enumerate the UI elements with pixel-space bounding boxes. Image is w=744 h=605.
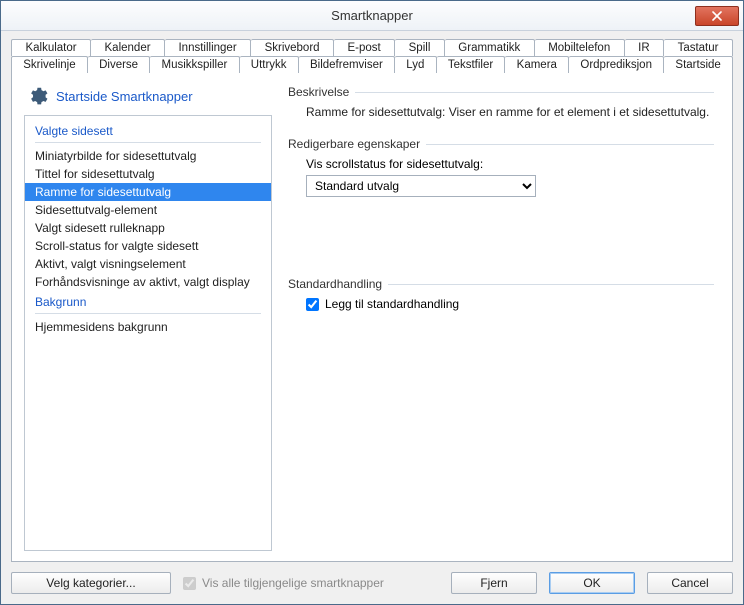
list-item[interactable]: Tittel for sidesettutvalg (25, 165, 271, 183)
tab-ordprediksjon[interactable]: Ordprediksjon (569, 56, 664, 73)
list-item[interactable]: Valgt sidesett rulleknapp (25, 219, 271, 237)
tab-diverse[interactable]: Diverse (88, 56, 150, 73)
description-text: Ramme for sidesettutvalg: Viser en ramme… (288, 105, 720, 119)
description-section: Beskrivelse Ramme for sidesettutvalg: Vi… (288, 85, 720, 119)
list-group-rule (35, 142, 261, 143)
tab-startside[interactable]: Startside (664, 56, 733, 73)
default-action-title: Standardhandling (288, 277, 382, 291)
tab-bildefremviser[interactable]: Bildefremviser (299, 56, 395, 73)
default-action-section: Standardhandling Legg til standardhandli… (288, 277, 720, 311)
properties-section: Redigerbare egenskaper Vis scrollstatus … (288, 137, 720, 197)
property-label: Vis scrollstatus for sidesettutvalg: (288, 157, 720, 171)
properties-title: Redigerbare egenskaper (288, 137, 420, 151)
tab-musikkspiller[interactable]: Musikkspiller (150, 56, 239, 73)
dialog-window: Smartknapper KalkulatorKalenderInnstilli… (0, 0, 744, 605)
list-item[interactable]: Sidesettutvalg-element (25, 201, 271, 219)
tab-e-post[interactable]: E-post (334, 39, 395, 56)
tab-innstillinger[interactable]: Innstillinger (165, 39, 251, 56)
close-icon (712, 11, 722, 21)
tab-kalkulator[interactable]: Kalkulator (11, 39, 91, 56)
list-item[interactable]: Aktivt, valgt visningselement (25, 255, 271, 273)
tab-kamera[interactable]: Kamera (505, 56, 569, 73)
list-item[interactable]: Scroll-status for valgte sidesett (25, 237, 271, 255)
dialog-footer: Velg kategorier... Vis alle tilgjengelig… (11, 562, 733, 594)
section-rule (426, 144, 714, 145)
list-item[interactable]: Ramme for sidesettutvalg (25, 183, 271, 201)
tab-grammatikk[interactable]: Grammatikk (445, 39, 535, 56)
tab-lyd[interactable]: Lyd (395, 56, 437, 73)
tab-tekstfiler[interactable]: Tekstfiler (437, 56, 506, 73)
cancel-button[interactable]: Cancel (647, 572, 733, 594)
titlebar: Smartknapper (1, 1, 743, 31)
right-column: Beskrivelse Ramme for sidesettutvalg: Vi… (288, 83, 720, 551)
ok-button[interactable]: OK (549, 572, 635, 594)
smartbutton-list[interactable]: Valgte sidesett Miniatyrbilde for sideset… (24, 115, 272, 551)
tab-tastatur[interactable]: Tastatur (664, 39, 733, 56)
close-button[interactable] (695, 6, 739, 26)
remove-button[interactable]: Fjern (451, 572, 537, 594)
left-column: Startside Smartknapper Valgte sidesett Mi… (24, 83, 272, 551)
tab-strip: KalkulatorKalenderInnstillingerSkrivebor… (11, 39, 733, 73)
list-item[interactable]: Forhåndsvisninge av aktivt, valgt displa… (25, 273, 271, 291)
list-group-rule (35, 313, 261, 314)
tab-mobiltelefon[interactable]: Mobiltelefon (535, 39, 625, 56)
list-group-header: Valgte sidesett (25, 120, 271, 140)
list-group-header: Bakgrunn (25, 291, 271, 311)
default-action-label[interactable]: Legg til standardhandling (325, 297, 459, 311)
window-title: Smartknapper (1, 8, 743, 23)
default-action-checkbox[interactable] (306, 298, 319, 311)
tab-uttrykk[interactable]: Uttrykk (240, 56, 299, 73)
tab-spill[interactable]: Spill (395, 39, 445, 56)
list-item[interactable]: Miniatyrbilde for sidesettutvalg (25, 147, 271, 165)
categories-button[interactable]: Velg kategorier... (11, 572, 171, 594)
section-rule (355, 92, 714, 93)
description-title: Beskrivelse (288, 85, 349, 99)
show-all-checkbox (183, 577, 196, 590)
panel-header: Startside Smartknapper (26, 85, 272, 107)
tab-kalender[interactable]: Kalender (91, 39, 165, 56)
tab-skrivebord[interactable]: Skrivebord (251, 39, 334, 56)
panel-header-text: Startside Smartknapper (56, 89, 193, 104)
tab-panel: Startside Smartknapper Valgte sidesett Mi… (11, 72, 733, 562)
client-area: KalkulatorKalenderInnstillingerSkrivebor… (1, 31, 743, 604)
show-all-label: Vis alle tilgjengelige smartknapper (202, 576, 384, 590)
scroll-status-select[interactable]: Standard utvalg (306, 175, 536, 197)
gear-icon (26, 85, 48, 107)
list-item[interactable]: Hjemmesidens bakgrunn (25, 318, 271, 336)
tab-skrivelinje[interactable]: Skrivelinje (11, 56, 88, 73)
section-rule (388, 284, 714, 285)
tab-ir[interactable]: IR (625, 39, 664, 56)
